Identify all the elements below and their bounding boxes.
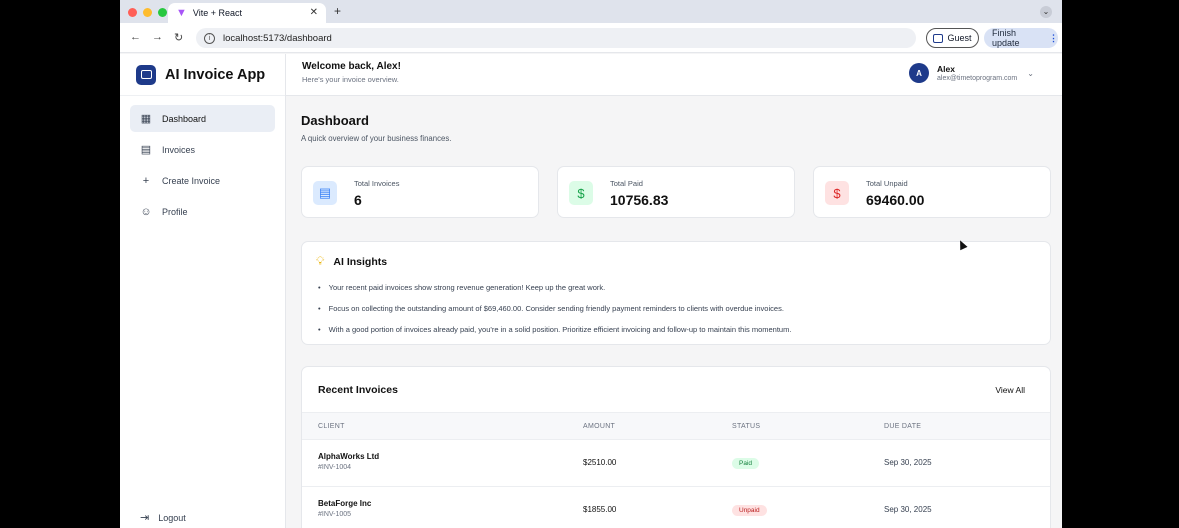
sidebar-nav: ▦ Dashboard ▤ Invoices + Create Invoice …	[120, 96, 285, 238]
address-bar-row: ← → ↻ i localhost:5173/dashboard Guest F…	[120, 23, 1062, 53]
sidebar-item-label: Invoices	[162, 144, 196, 155]
user-menu[interactable]: A Alex alex@timetoprogram.com ⌄	[909, 63, 1034, 83]
client-name: AlphaWorks Ltd	[318, 452, 380, 461]
close-window-button[interactable]	[128, 8, 137, 17]
finish-update-button[interactable]: Finish update ⋮	[984, 28, 1058, 48]
column-header-status: STATUS	[732, 423, 761, 430]
user-icon: ☺	[140, 205, 152, 218]
recent-invoices-panel: Recent Invoices View All CLIENT AMOUNT S…	[301, 366, 1051, 528]
welcome-subtitle: Here's your invoice overview.	[302, 75, 399, 84]
stat-card-total-invoices: ▤ Total Invoices 6	[301, 166, 539, 218]
dollar-icon: $	[569, 181, 593, 205]
welcome-title: Welcome back, Alex!	[302, 61, 401, 72]
sidebar-item-dashboard[interactable]: ▦ Dashboard	[130, 105, 275, 132]
column-header-client: CLIENT	[318, 423, 345, 430]
stat-value: 69460.00	[866, 192, 925, 208]
document-icon: ▤	[313, 181, 337, 205]
forward-arrow-icon[interactable]: →	[152, 31, 163, 43]
stat-value: 6	[354, 192, 362, 208]
back-arrow-icon[interactable]: ←	[130, 31, 141, 43]
sidebar-item-label: Profile	[162, 206, 188, 217]
site-info-icon[interactable]: i	[204, 32, 215, 44]
tab-bar: ▼ Vite + React ✕ + ⌄	[120, 0, 1062, 23]
table-row[interactable]: AlphaWorks Ltd #INV-1004 $2510.00 Paid S…	[302, 440, 1050, 487]
invoice-amount: $1855.00	[583, 505, 617, 514]
lightbulb-icon: 💡︎	[316, 254, 325, 268]
sidebar-item-create-invoice[interactable]: + Create Invoice	[130, 167, 275, 194]
guest-profile-button[interactable]: Guest	[926, 28, 979, 48]
stat-label: Total Invoices	[354, 179, 400, 188]
stat-value: 10756.83	[610, 192, 669, 208]
url-text: localhost:5173/dashboard	[223, 32, 332, 44]
invoice-number: #INV-1005	[318, 511, 352, 518]
grid-icon: ▦	[140, 113, 152, 125]
sidebar-item-label: Create Invoice	[162, 175, 221, 186]
invoice-amount: $2510.00	[583, 458, 617, 467]
document-icon: ▤	[140, 144, 152, 156]
chevron-down-icon: ⌄	[1027, 68, 1034, 78]
tab-menu-chevron-icon[interactable]: ⌄	[1040, 6, 1052, 18]
sidebar: AI Invoice App ▦ Dashboard ▤ Invoices + …	[120, 54, 286, 528]
view-all-link[interactable]: View All	[995, 385, 1025, 395]
guest-label: Guest	[947, 33, 972, 43]
sidebar-item-label: Dashboard	[162, 113, 207, 124]
ai-insights-title: AI Insights	[333, 255, 388, 268]
ai-insights-header: 💡︎ AI Insights	[316, 254, 387, 269]
welcome-block: Welcome back, Alex! Here's your invoice …	[302, 61, 401, 84]
client-name: BetaForge Inc	[318, 499, 372, 508]
table-row[interactable]: BetaForge Inc #INV-1005 $1855.00 Unpaid …	[302, 487, 1050, 528]
vite-logo-icon: ▼	[176, 7, 187, 19]
logout-icon: ⇥	[140, 512, 150, 524]
plus-icon: +	[142, 174, 150, 187]
new-tab-button[interactable]: +	[334, 4, 341, 18]
column-header-due-date: DUE DATE	[884, 423, 922, 430]
stat-label: Total Paid	[610, 179, 643, 188]
ai-insights-panel: 💡︎ AI Insights Your recent paid invoices…	[301, 241, 1051, 345]
reload-icon[interactable]: ↻	[174, 31, 183, 44]
browser-tab[interactable]: ▼ Vite + React ✕	[168, 3, 326, 23]
browser-window: ▼ Vite + React ✕ + ⌄ ← → ↻ i localhost:5…	[120, 0, 1062, 528]
avatar: A	[909, 63, 929, 83]
status-badge: Unpaid	[732, 505, 767, 516]
column-header-amount: AMOUNT	[583, 423, 616, 430]
app-header: Welcome back, Alex! Here's your invoice …	[286, 54, 1062, 96]
due-date: Sep 30, 2025	[884, 458, 932, 467]
sidebar-item-profile[interactable]: ☺ Profile	[130, 198, 275, 225]
logout-label: Logout	[158, 512, 186, 523]
stat-card-total-paid: $ Total Paid 10756.83	[557, 166, 795, 218]
window-controls	[128, 8, 167, 17]
finish-update-label: Finish update	[992, 28, 1020, 48]
maximize-window-button[interactable]	[158, 8, 167, 17]
close-tab-icon[interactable]: ✕	[310, 7, 318, 18]
app-logo-icon	[136, 64, 156, 85]
table-header: CLIENT AMOUNT STATUS DUE DATE	[302, 412, 1050, 440]
insights-list: Your recent paid invoices show strong re…	[318, 283, 792, 346]
status-badge: Paid	[732, 458, 760, 469]
page-title: Dashboard	[301, 113, 369, 128]
tab-title: Vite + React	[192, 8, 243, 18]
main-content: Dashboard A quick overview of your busin…	[286, 96, 1062, 528]
user-email: alex@timetoprogram.com	[937, 75, 1018, 82]
insight-item: Your recent paid invoices show strong re…	[318, 283, 791, 304]
invoice-number: #INV-1004	[318, 464, 352, 471]
app-name: AI Invoice App	[165, 66, 266, 83]
stat-card-total-unpaid: $ Total Unpaid 69460.00	[813, 166, 1051, 218]
user-name: Alex	[937, 64, 955, 74]
due-date: Sep 30, 2025	[884, 505, 932, 514]
url-bar[interactable]: i localhost:5173/dashboard	[196, 28, 916, 48]
profile-icon	[933, 33, 944, 43]
logout-button[interactable]: ⇥ Logout	[140, 511, 186, 524]
stat-label: Total Unpaid	[866, 179, 908, 188]
dollar-icon: $	[825, 181, 849, 205]
minimize-window-button[interactable]	[143, 8, 152, 17]
user-info: Alex alex@timetoprogram.com	[937, 64, 1017, 82]
brand[interactable]: AI Invoice App	[120, 54, 285, 96]
sidebar-item-invoices[interactable]: ▤ Invoices	[130, 136, 275, 163]
recent-invoices-title: Recent Invoices	[318, 384, 398, 396]
kebab-menu-icon: ⋮	[1049, 32, 1058, 43]
page-subtitle: A quick overview of your business financ…	[301, 134, 452, 143]
insight-item: With a good portion of invoices already …	[318, 325, 792, 346]
insight-item: Focus on collecting the outstanding amou…	[318, 304, 791, 325]
